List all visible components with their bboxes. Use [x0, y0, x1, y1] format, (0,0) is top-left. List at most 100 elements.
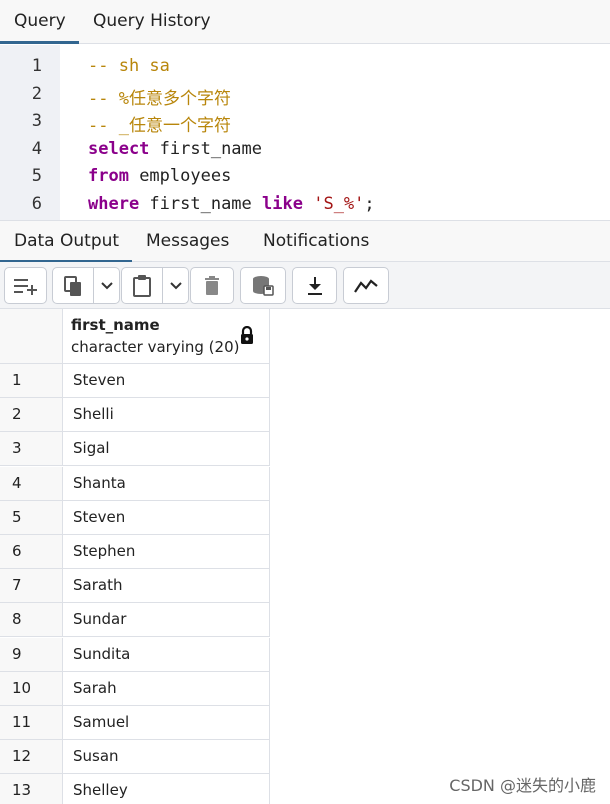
table-row[interactable]: 13 Shelley — [0, 774, 270, 804]
sql-editor[interactable]: 1 -- sh sa 2 -- %任意多个字符 3 -- _任意一个字符 4 select f… — [0, 45, 610, 220]
cell-first-name[interactable]: Sundar — [63, 603, 270, 638]
query-tab-bar: Query Query History — [0, 0, 610, 44]
row-number[interactable]: 7 — [0, 569, 63, 604]
copy-button[interactable] — [52, 267, 94, 304]
code-text: select first_name — [88, 139, 262, 159]
watermark: CSDN @迷失的小鹿 — [449, 776, 596, 795]
code-token: ; — [364, 193, 375, 214]
table-row[interactable]: 8 Sundar — [0, 603, 270, 638]
add-row-icon — [12, 275, 40, 297]
line-number: 3 — [31, 111, 42, 131]
line-number: 2 — [31, 83, 42, 104]
row-number[interactable]: 11 — [0, 706, 63, 740]
grid-corner[interactable] — [0, 309, 63, 364]
column-type: character varying (20) — [71, 338, 240, 356]
table-row[interactable]: 2 Shelli — [0, 398, 270, 433]
cell-first-name[interactable]: Steven — [63, 364, 270, 398]
download-icon — [305, 275, 325, 297]
line-number: 1 — [31, 56, 42, 76]
save-data-icon — [251, 274, 275, 298]
code-token: -- sh sa — [88, 56, 170, 76]
data-toolbar — [0, 262, 610, 309]
cell-first-name[interactable]: Shanta — [63, 466, 270, 501]
paste-icon — [131, 274, 153, 298]
chevron-down-icon — [169, 281, 183, 291]
code-line[interactable]: 4 select first_name — [0, 134, 610, 161]
table-row[interactable]: 10 Sarah — [0, 671, 270, 706]
row-number[interactable]: 3 — [0, 432, 63, 467]
tab-notifications[interactable]: Notifications — [263, 221, 369, 263]
download-button[interactable] — [292, 267, 337, 304]
tab-query[interactable]: Query — [0, 0, 79, 44]
cell-first-name[interactable]: Steven — [63, 500, 270, 535]
line-number: 6 — [31, 193, 42, 214]
code-token: from — [88, 166, 129, 186]
row-number[interactable]: 12 — [0, 740, 63, 775]
copy-icon — [62, 274, 84, 298]
save-data-button[interactable] — [240, 267, 286, 304]
lock-icon — [239, 325, 255, 350]
tab-data-output[interactable]: Data Output — [0, 221, 132, 263]
row-number[interactable]: 10 — [0, 671, 63, 706]
paste-options-dropdown[interactable] — [163, 267, 189, 304]
code-token: select — [88, 138, 150, 159]
row-number[interactable]: 5 — [0, 500, 63, 535]
graph-visualiser-button[interactable] — [343, 267, 389, 304]
table-row[interactable]: 11 Samuel — [0, 706, 270, 740]
code-line[interactable]: 1 -- sh sa — [0, 51, 610, 78]
code-token: like — [262, 193, 303, 214]
cell-first-name[interactable]: Shelli — [63, 398, 270, 433]
row-number[interactable]: 8 — [0, 603, 63, 638]
chevron-down-icon — [100, 281, 114, 291]
row-number[interactable]: 2 — [0, 398, 63, 433]
tab-query-history[interactable]: Query History — [93, 0, 211, 44]
cell-first-name[interactable]: Stephen — [63, 535, 270, 569]
cell-first-name[interactable]: Shelley — [63, 774, 270, 804]
code-token: employees — [128, 166, 232, 186]
code-line[interactable]: 3 -- _任意一个字符 — [0, 106, 610, 136]
delete-icon — [203, 275, 221, 297]
column-name: first_name — [71, 316, 160, 334]
add-row-button[interactable] — [4, 267, 47, 304]
row-number[interactable]: 6 — [0, 535, 63, 569]
row-number[interactable]: 9 — [0, 637, 63, 672]
paste-button[interactable] — [121, 267, 163, 304]
line-number: 5 — [31, 166, 42, 186]
row-number[interactable]: 4 — [0, 466, 63, 501]
code-text: -- sh sa — [88, 56, 170, 76]
code-line[interactable]: 6 where first_name like 'S_%'; — [0, 189, 610, 216]
table-row[interactable]: 4 Shanta — [0, 466, 270, 501]
copy-options-dropdown[interactable] — [94, 267, 120, 304]
code-line[interactable]: 2 -- %任意多个字符 — [0, 79, 610, 109]
delete-button[interactable] — [190, 267, 234, 304]
cell-first-name[interactable]: Susan — [63, 740, 270, 775]
cell-first-name[interactable]: Sigal — [63, 432, 270, 467]
code-text: from employees — [88, 166, 231, 186]
code-token: first_name — [139, 193, 263, 214]
code-token: where — [88, 193, 140, 214]
code-text: -- %任意多个字符 — [88, 84, 231, 109]
table-row[interactable]: 9 Sundita — [0, 637, 270, 672]
output-tab-bar: Data Output Messages Notifications — [0, 220, 610, 263]
tab-messages[interactable]: Messages — [146, 221, 229, 263]
cell-first-name[interactable]: Samuel — [63, 706, 270, 740]
line-number: 4 — [31, 138, 42, 159]
cell-first-name[interactable]: Sarath — [63, 569, 270, 604]
column-header-first-name[interactable]: first_name character varying (20) — [63, 309, 270, 364]
table-row[interactable]: 3 Sigal — [0, 432, 270, 467]
table-row[interactable]: 6 Stephen — [0, 535, 270, 569]
code-token: first_name — [149, 138, 263, 159]
row-number[interactable]: 13 — [0, 774, 63, 804]
table-row[interactable]: 1 Steven — [0, 364, 270, 398]
cell-first-name[interactable]: Sundita — [63, 637, 270, 672]
cell-first-name[interactable]: Sarah — [63, 671, 270, 706]
code-line[interactable]: 5 from employees — [0, 161, 610, 188]
row-number[interactable]: 1 — [0, 364, 63, 398]
code-text: -- _任意一个字符 — [88, 111, 231, 136]
code-text: where first_name like 'S_%'; — [88, 194, 375, 214]
table-row[interactable]: 5 Steven — [0, 500, 270, 535]
table-row[interactable]: 12 Susan — [0, 740, 270, 775]
table-row[interactable]: 7 Sarath — [0, 569, 270, 604]
graph-icon — [353, 277, 379, 295]
